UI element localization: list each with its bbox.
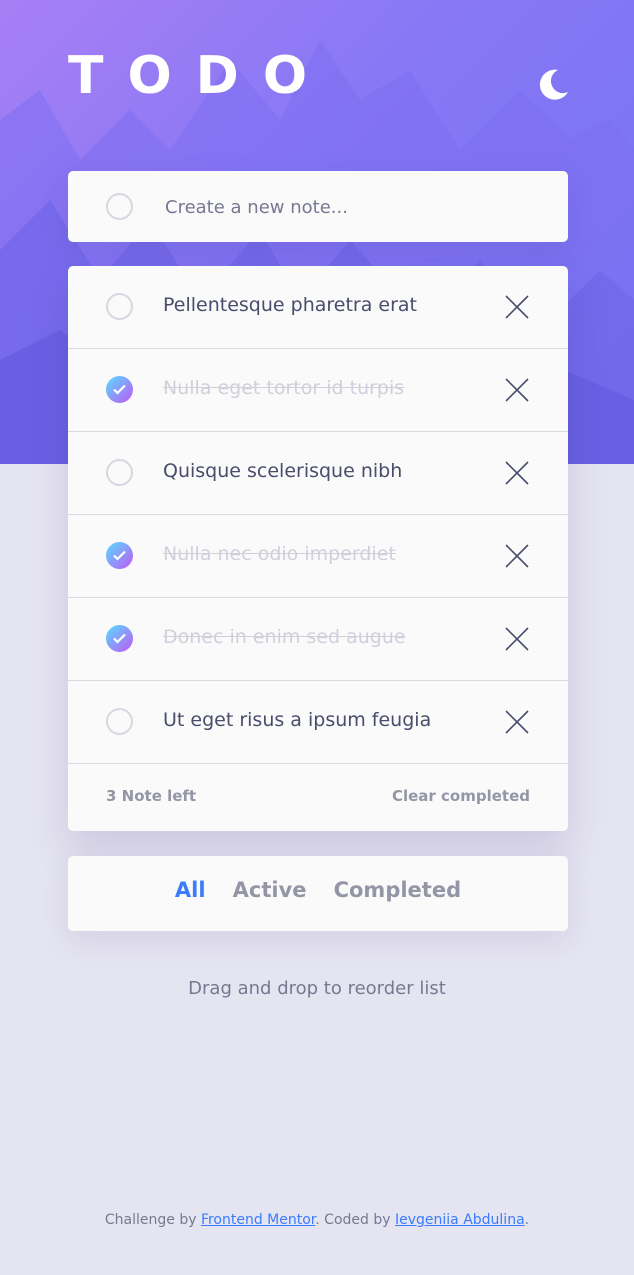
todo-text: Quisque scelerisque nibh [163,460,403,482]
todo-item[interactable]: Quisque scelerisque nibh [68,432,568,515]
app-title: TODO [68,46,332,106]
credit-suffix: . [524,1212,530,1228]
delete-todo-button[interactable] [505,378,529,402]
clear-completed-button[interactable]: Clear completed [392,787,530,805]
moon-icon [539,69,568,100]
delete-todo-button[interactable] [505,544,529,568]
todo-item[interactable]: Nulla eget tortor id turpis [68,349,568,432]
delete-todo-button[interactable] [505,627,529,651]
filter-completed[interactable]: Completed [334,878,462,902]
check-icon [113,384,126,395]
todo-item[interactable]: Nulla nec odio imperdiet [68,515,568,598]
new-todo-card [68,171,568,242]
close-icon [505,378,529,402]
todo-text: Nulla eget tortor id turpis [163,377,405,399]
todo-check-circle[interactable] [106,459,133,486]
frontend-mentor-link[interactable]: Frontend Mentor [201,1212,315,1228]
close-icon [505,627,529,651]
check-icon [113,550,126,561]
todo-check-circle[interactable] [106,293,133,320]
todo-check-circle[interactable] [106,625,133,652]
todo-text: Ut eget risus a ipsum feugia [163,709,432,731]
todo-text: Donec in enim sed augue [163,626,406,648]
delete-todo-button[interactable] [505,461,529,485]
list-footer: 3 Note left Clear completed [68,764,568,832]
delete-todo-button[interactable] [505,710,529,734]
todo-text: Nulla nec odio imperdiet [163,543,396,565]
attribution: Challenge by Frontend Mentor. Coded by I… [0,1212,634,1228]
credit-prefix: Challenge by [104,1212,201,1228]
close-icon [505,710,529,734]
check-icon [113,633,126,644]
todo-check-circle[interactable] [106,542,133,569]
todo-check-circle[interactable] [106,708,133,735]
filter-active[interactable]: Active [233,878,307,902]
todo-item[interactable]: Donec in enim sed augue [68,598,568,681]
author-link[interactable]: Ievgeniia Abdulina [395,1212,525,1228]
new-todo-input[interactable] [163,191,537,223]
todo-list: Pellentesque pharetra erat Nulla eget tor… [68,266,568,831]
todo-check-circle[interactable] [106,376,133,403]
theme-toggle-button[interactable] [534,66,570,102]
items-left-count: 3 Note left [106,787,197,805]
close-icon [505,461,529,485]
close-icon [505,544,529,568]
credit-middle: . Coded by [315,1212,395,1228]
new-todo-check-circle[interactable] [106,193,133,220]
filter-bar: All Active Completed [68,856,568,931]
reorder-hint: Drag and drop to reorder list [188,978,446,999]
close-icon [505,295,529,319]
todo-item[interactable]: Ut eget risus a ipsum feugia [68,681,568,764]
filter-all[interactable]: All [175,878,206,902]
delete-todo-button[interactable] [505,295,529,319]
todo-text: Pellentesque pharetra erat [163,294,417,316]
todo-item[interactable]: Pellentesque pharetra erat [68,266,568,349]
